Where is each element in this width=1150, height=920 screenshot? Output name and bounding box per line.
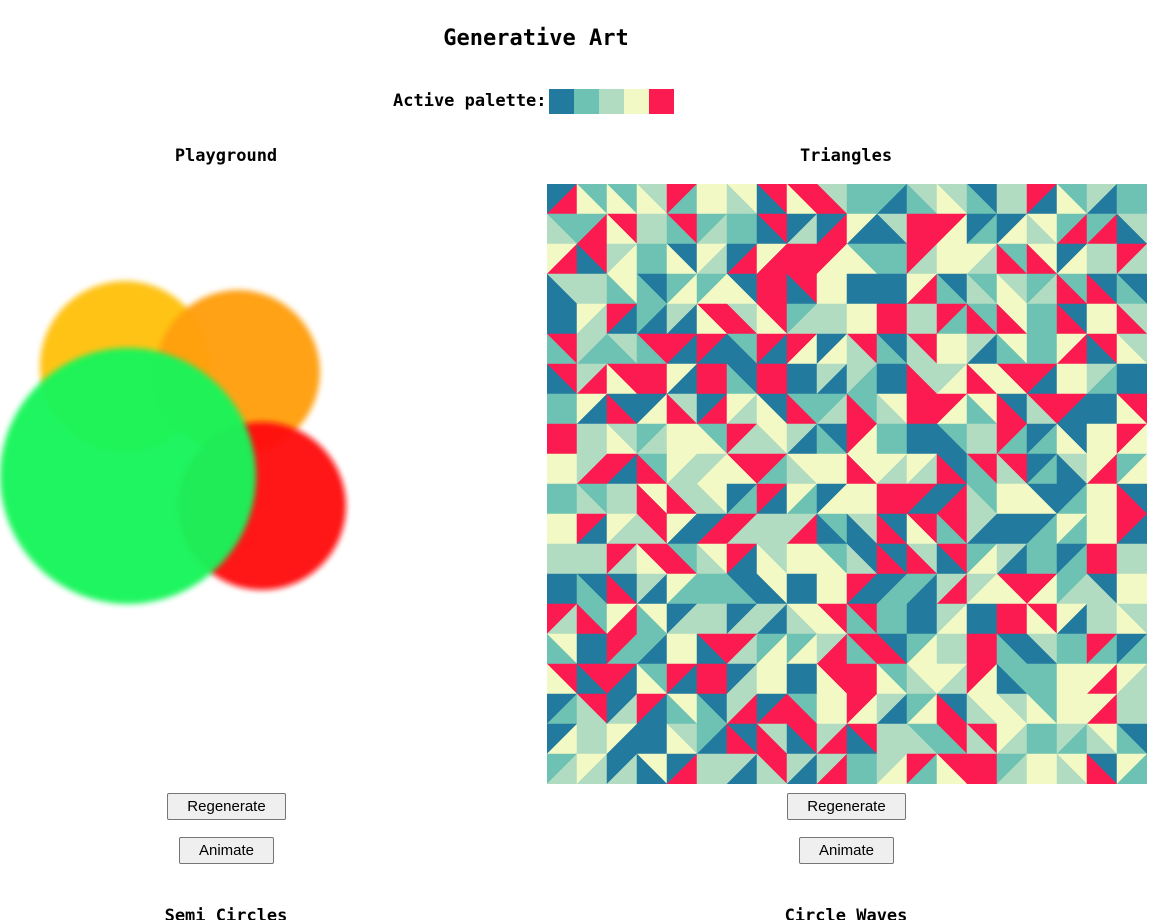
semi-circles-title: Semi Circles xyxy=(164,906,288,920)
palette-swatch xyxy=(548,88,574,114)
playground-circle-green xyxy=(0,348,256,604)
palette-swatch xyxy=(648,88,674,114)
page-title: Generative Art xyxy=(443,26,629,51)
palette-swatches xyxy=(548,88,674,114)
triangles-canvas[interactable] xyxy=(546,183,1148,785)
palette-swatch xyxy=(598,88,624,114)
triangles-animate-button[interactable]: Animate xyxy=(799,837,894,864)
playground-canvas[interactable] xyxy=(0,184,500,784)
playground-art xyxy=(0,281,346,604)
palette-swatch xyxy=(573,88,599,114)
circle-waves-title: Circle Waves xyxy=(784,906,908,920)
triangles-art xyxy=(546,183,1148,785)
playground-title: Playground xyxy=(174,146,278,166)
palette-label: Active palette: xyxy=(393,91,547,111)
playground-animate-button[interactable]: Animate xyxy=(179,837,274,864)
page: Generative Art Active palette: Playgroun… xyxy=(0,0,1150,920)
active-palette: Active palette: xyxy=(393,88,674,114)
palette-swatch xyxy=(623,88,649,114)
playground-regenerate-button[interactable]: Regenerate xyxy=(167,793,286,820)
triangles-title: Triangles xyxy=(799,146,893,166)
triangles-regenerate-button[interactable]: Regenerate xyxy=(787,793,906,820)
